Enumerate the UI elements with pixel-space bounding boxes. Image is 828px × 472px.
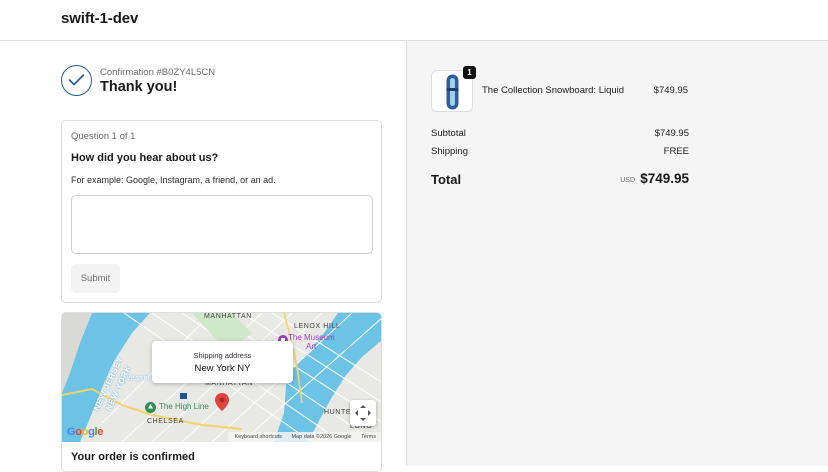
map-label-manhattan: MANHATTAN	[204, 313, 252, 320]
tooltip-label: Shipping address	[193, 351, 252, 360]
order-status-heading: Your order is confirmed	[71, 451, 195, 463]
map-data-text: Map data ©2026 Google	[291, 434, 352, 440]
shipping-map-card: MANHATTAN LENOX HILL The Museum Art MANHA…	[61, 312, 382, 472]
park-icon	[145, 400, 156, 418]
terms-link[interactable]: Terms	[361, 434, 376, 440]
subtotal-label: Subtotal	[431, 128, 466, 139]
header: swift-1-dev	[0, 0, 828, 41]
map-label-museum: The Museum Art	[288, 333, 335, 351]
confirmation-number: Confirmation #B0ZY4L5CN	[100, 67, 216, 78]
map-label-lenox-hill: LENOX HILL	[294, 323, 341, 330]
total-value: $749.95	[640, 171, 689, 186]
total-label: Total	[431, 172, 462, 187]
map-footer: Google Keyboard shortcuts Map data ©2026…	[62, 426, 381, 442]
tooltip-value: New York NY	[194, 363, 251, 374]
keyboard-shortcuts-link[interactable]: Keyboard shortcuts	[235, 434, 282, 440]
fullscreen-button[interactable]	[350, 400, 376, 426]
survey-answer-input[interactable]	[71, 195, 373, 254]
question-title: How did you hear about us?	[71, 152, 219, 164]
product-price: $749.95	[653, 85, 688, 96]
map-pin-icon[interactable]	[215, 393, 229, 416]
google-logo: Google	[67, 426, 104, 438]
snowboard-icon	[446, 74, 459, 110]
page-title: Thank you!	[100, 79, 178, 95]
shipping-map[interactable]: MANHATTAN LENOX HILL The Museum Art MANHA…	[62, 313, 381, 442]
map-label-hunters: HUNTE	[324, 409, 352, 416]
map-label-chelsea: CHELSEA	[147, 418, 184, 425]
map-label-high-line: The High Line	[159, 402, 209, 411]
checkmark-circle-icon	[61, 65, 92, 96]
shipping-label: Shipping	[431, 146, 468, 157]
survey-card: Question 1 of 1 How did you hear about u…	[61, 120, 382, 303]
total-currency: USD	[620, 177, 635, 184]
quantity-badge: 1	[463, 66, 476, 79]
shipping-address-tooltip: Shipping address New York NY	[152, 341, 293, 383]
store-name[interactable]: swift-1-dev	[61, 10, 138, 27]
shipping-value: FREE	[663, 146, 689, 157]
submit-button[interactable]: Submit	[71, 264, 120, 293]
question-progress: Question 1 of 1	[71, 131, 136, 142]
subtotal-value: $749.95	[654, 128, 689, 139]
map-attribution: Keyboard shortcuts Map data ©2026 Google…	[227, 432, 381, 442]
product-name: The Collection Snowboard: Liquid	[482, 85, 625, 96]
question-hint: For example: Google, Instagram, a friend…	[71, 175, 276, 185]
map-label-vessel: Vessel	[126, 375, 151, 382]
